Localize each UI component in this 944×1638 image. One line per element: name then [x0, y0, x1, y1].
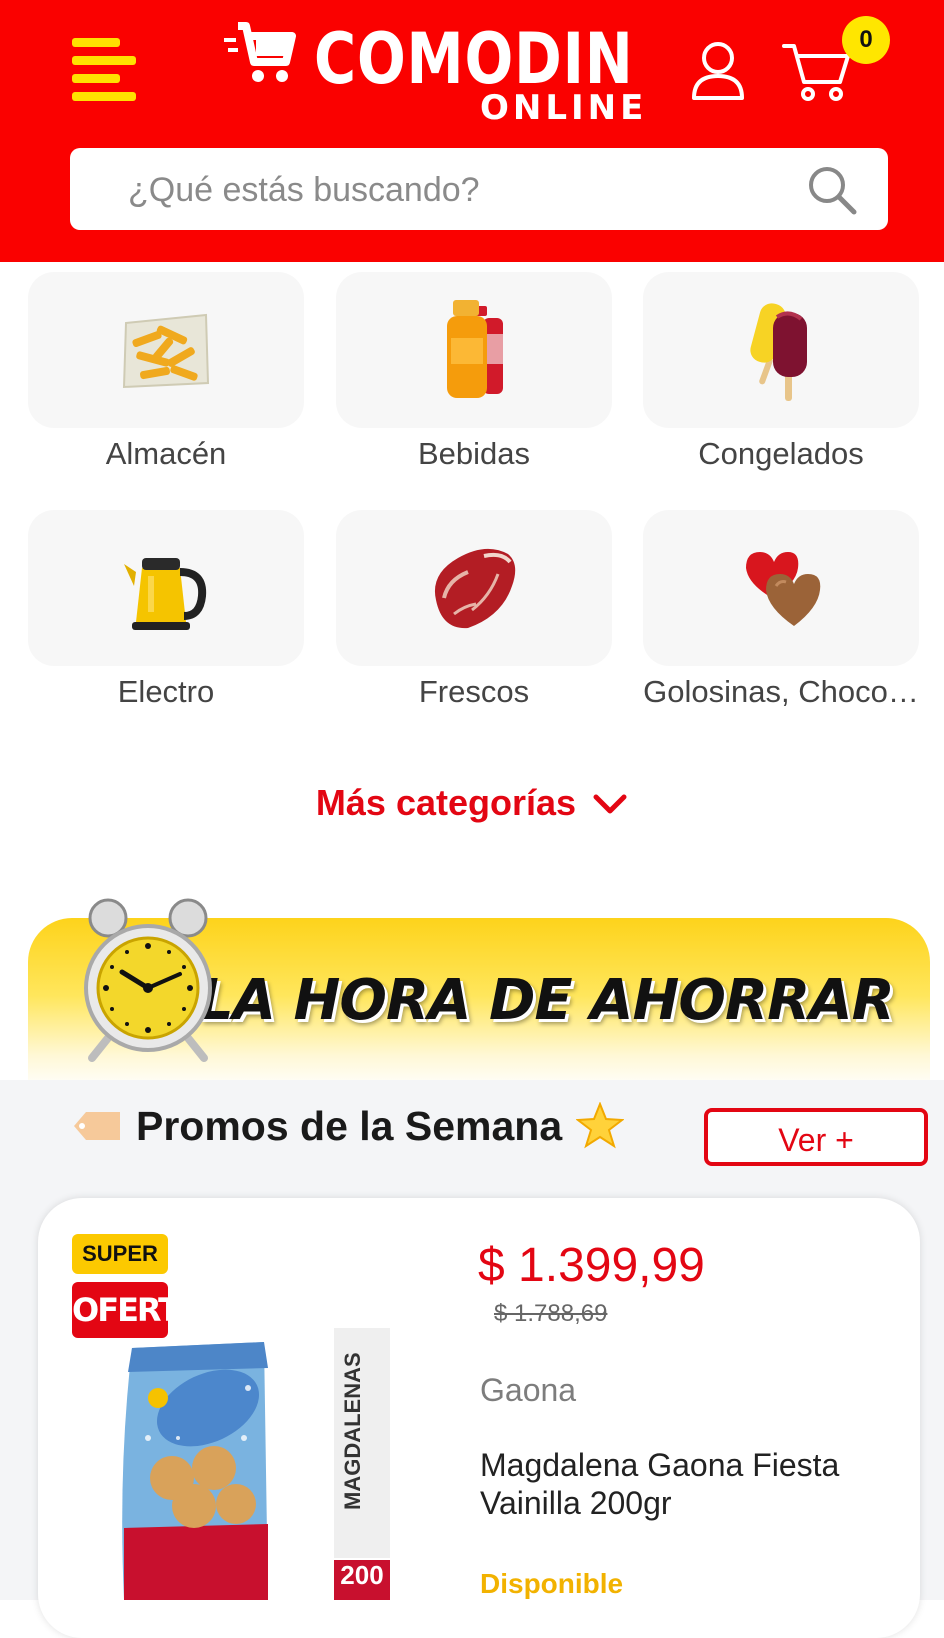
- category-label: Bebidas: [417, 436, 531, 471]
- pasta-bag-icon: [122, 313, 210, 389]
- category-tile: [643, 510, 919, 666]
- cart-count-badge: 0: [842, 16, 890, 64]
- category-tile: [643, 272, 919, 428]
- juice-bottles-icon: [447, 300, 503, 398]
- more-categories-link[interactable]: Más categorías: [0, 782, 944, 824]
- category-label: Congelados: [698, 436, 864, 471]
- category-label: Golosinas, Choco…: [643, 674, 919, 709]
- product-brand: Gaona: [480, 1372, 577, 1408]
- product-image[interactable]: [118, 1328, 390, 1600]
- category-label: Electro: [117, 674, 215, 709]
- more-categories-label: Más categorías: [315, 782, 577, 823]
- category-tile: [28, 510, 304, 666]
- logo-subtitle: ONLINE: [480, 88, 648, 128]
- category-almacen[interactable]: Almacén: [28, 272, 304, 472]
- product-name[interactable]: Magdalena Gaona Fiesta Vainilla 200gr: [480, 1446, 900, 1522]
- category-tile: [336, 510, 612, 666]
- category-label: Almacén: [105, 436, 227, 471]
- search-bar: [70, 148, 888, 232]
- super-badge: SUPER: [72, 1234, 168, 1274]
- category-golosinas[interactable]: Golosinas, Choco…: [643, 510, 919, 710]
- logo-cart-icon: [224, 22, 296, 82]
- top-header: COMODIN ONLINE 0: [0, 0, 944, 262]
- tag-icon: [74, 1112, 120, 1140]
- logo-title: COMODIN: [314, 18, 634, 100]
- category-tile: [336, 272, 612, 428]
- search-input[interactable]: [126, 148, 770, 232]
- banner-text: LA HORA DE AHORRAR: [198, 968, 895, 1033]
- product-price: $ 1.399,99: [478, 1239, 705, 1292]
- user-account-icon[interactable]: [690, 40, 746, 102]
- category-frescos[interactable]: Frescos: [336, 510, 612, 710]
- chocolate-heart-icon: [746, 552, 821, 626]
- menu-icon[interactable]: [72, 36, 138, 102]
- kettle-icon: [124, 558, 207, 630]
- meat-icon: [434, 548, 516, 629]
- product-availability: Disponible: [480, 1568, 624, 1599]
- chevron-down-icon: [593, 794, 627, 814]
- promos-heading: Promos de la Semana: [72, 1102, 625, 1150]
- logo[interactable]: COMODIN ONLINE: [222, 18, 652, 128]
- category-tile: [28, 272, 304, 428]
- category-congelados[interactable]: Congelados: [643, 272, 919, 472]
- category-electro[interactable]: Electro: [28, 510, 304, 710]
- view-more-button[interactable]: Ver +: [704, 1108, 928, 1166]
- alarm-clock-icon: [84, 898, 212, 1062]
- promos-title: Promos de la Semana: [136, 1102, 563, 1149]
- category-label: Frescos: [418, 674, 530, 709]
- category-bebidas[interactable]: Bebidas: [336, 272, 612, 472]
- product-old-price: $ 1.788,69: [494, 1300, 608, 1327]
- star-icon: [576, 1102, 625, 1149]
- ice-cream-icon: [750, 303, 807, 401]
- search-icon[interactable]: [806, 164, 858, 216]
